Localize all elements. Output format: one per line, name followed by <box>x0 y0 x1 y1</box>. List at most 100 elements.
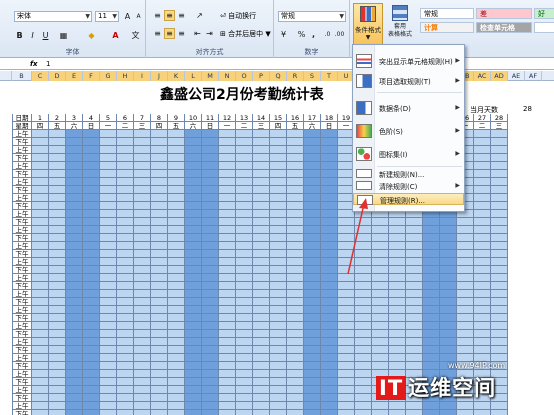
attendance-cell[interactable] <box>491 154 508 162</box>
attendance-cell[interactable] <box>253 354 270 362</box>
attendance-cell[interactable] <box>338 314 355 322</box>
attendance-cell[interactable] <box>406 314 423 322</box>
pm-label[interactable]: 下午 <box>12 394 32 402</box>
attendance-cell[interactable] <box>270 306 287 314</box>
menu-item[interactable]: 突出显示单元格规则(H) ▶ <box>353 51 464 71</box>
attendance-cell[interactable] <box>202 378 219 386</box>
attendance-cell[interactable] <box>236 162 253 170</box>
attendance-cell[interactable] <box>219 242 236 250</box>
attendance-cell[interactable] <box>100 218 117 226</box>
pm-label[interactable]: 下午 <box>12 282 32 290</box>
attendance-cell[interactable] <box>440 274 457 282</box>
am-label[interactable]: 上午 <box>12 322 32 330</box>
attendance-cell[interactable] <box>287 290 304 298</box>
attendance-cell[interactable] <box>236 370 253 378</box>
attendance-cell[interactable] <box>168 146 185 154</box>
attendance-cell[interactable] <box>253 338 270 346</box>
attendance-cell[interactable] <box>66 378 83 386</box>
attendance-cell[interactable] <box>474 178 491 186</box>
increase-decimal-icon[interactable]: .0 <box>322 29 333 40</box>
attendance-cell[interactable] <box>304 130 321 138</box>
attendance-cell[interactable] <box>66 266 83 274</box>
attendance-cell[interactable] <box>168 362 185 370</box>
pm-label[interactable]: 下午 <box>12 410 32 415</box>
attendance-cell[interactable] <box>474 346 491 354</box>
attendance-cell[interactable] <box>491 186 508 194</box>
attendance-cell[interactable] <box>304 234 321 242</box>
attendance-cell[interactable] <box>474 266 491 274</box>
attendance-cell[interactable] <box>66 330 83 338</box>
attendance-cell[interactable] <box>100 338 117 346</box>
attendance-cell[interactable] <box>406 306 423 314</box>
attendance-cell[interactable] <box>202 338 219 346</box>
attendance-cell[interactable] <box>185 178 202 186</box>
day-cell[interactable]: 16 <box>287 114 304 122</box>
attendance-cell[interactable] <box>100 170 117 178</box>
orientation-icon[interactable]: ↗ <box>194 10 205 21</box>
attendance-cell[interactable] <box>100 210 117 218</box>
font-name-combo[interactable]: 宋体 ▼ <box>14 11 92 22</box>
attendance-cell[interactable] <box>32 210 49 218</box>
attendance-cell[interactable] <box>219 322 236 330</box>
attendance-cell[interactable] <box>457 298 474 306</box>
attendance-cell[interactable] <box>338 282 355 290</box>
attendance-cell[interactable] <box>219 370 236 378</box>
attendance-cell[interactable] <box>185 394 202 402</box>
attendance-cell[interactable] <box>100 242 117 250</box>
attendance-cell[interactable] <box>355 282 372 290</box>
attendance-cell[interactable] <box>202 138 219 146</box>
attendance-cell[interactable] <box>355 314 372 322</box>
attendance-cell[interactable] <box>270 290 287 298</box>
attendance-cell[interactable] <box>117 298 134 306</box>
attendance-cell[interactable] <box>117 306 134 314</box>
attendance-cell[interactable] <box>219 346 236 354</box>
attendance-cell[interactable] <box>270 266 287 274</box>
attendance-cell[interactable] <box>474 258 491 266</box>
attendance-cell[interactable] <box>491 338 508 346</box>
attendance-cell[interactable] <box>389 226 406 234</box>
attendance-cell[interactable] <box>236 394 253 402</box>
attendance-cell[interactable] <box>202 386 219 394</box>
attendance-cell[interactable] <box>270 178 287 186</box>
attendance-cell[interactable] <box>100 162 117 170</box>
fill-color-icon[interactable]: ◆ <box>86 30 97 41</box>
attendance-cell[interactable] <box>66 226 83 234</box>
attendance-cell[interactable] <box>253 154 270 162</box>
attendance-cell[interactable] <box>304 242 321 250</box>
attendance-cell[interactable] <box>321 146 338 154</box>
attendance-cell[interactable] <box>389 274 406 282</box>
attendance-cell[interactable] <box>66 154 83 162</box>
attendance-cell[interactable] <box>66 274 83 282</box>
format-as-table-button[interactable]: 套用 表格格式 <box>386 3 414 45</box>
attendance-cell[interactable] <box>457 226 474 234</box>
attendance-cell[interactable] <box>440 306 457 314</box>
attendance-cell[interactable] <box>321 410 338 415</box>
attendance-cell[interactable] <box>185 362 202 370</box>
attendance-cell[interactable] <box>321 266 338 274</box>
attendance-cell[interactable] <box>83 154 100 162</box>
am-label[interactable]: 上午 <box>12 354 32 362</box>
attendance-cell[interactable] <box>83 322 100 330</box>
attendance-cell[interactable] <box>253 330 270 338</box>
attendance-cell[interactable] <box>134 274 151 282</box>
attendance-cell[interactable] <box>83 306 100 314</box>
attendance-cell[interactable] <box>270 362 287 370</box>
attendance-cell[interactable] <box>49 130 66 138</box>
attendance-cell[interactable] <box>423 362 440 370</box>
attendance-cell[interactable] <box>83 234 100 242</box>
attendance-cell[interactable] <box>66 194 83 202</box>
attendance-cell[interactable] <box>219 394 236 402</box>
attendance-cell[interactable] <box>474 242 491 250</box>
attendance-cell[interactable] <box>355 290 372 298</box>
day-cell[interactable]: 9 <box>168 114 185 122</box>
attendance-cell[interactable] <box>151 130 168 138</box>
attendance-cell[interactable] <box>185 354 202 362</box>
attendance-cell[interactable] <box>304 402 321 410</box>
attendance-cell[interactable] <box>372 298 389 306</box>
attendance-cell[interactable] <box>32 330 49 338</box>
attendance-cell[interactable] <box>168 346 185 354</box>
day-cell[interactable]: 8 <box>151 114 168 122</box>
attendance-cell[interactable] <box>219 386 236 394</box>
attendance-cell[interactable] <box>100 354 117 362</box>
menu-item[interactable]: 清除规则(C) ▶ <box>353 180 464 191</box>
